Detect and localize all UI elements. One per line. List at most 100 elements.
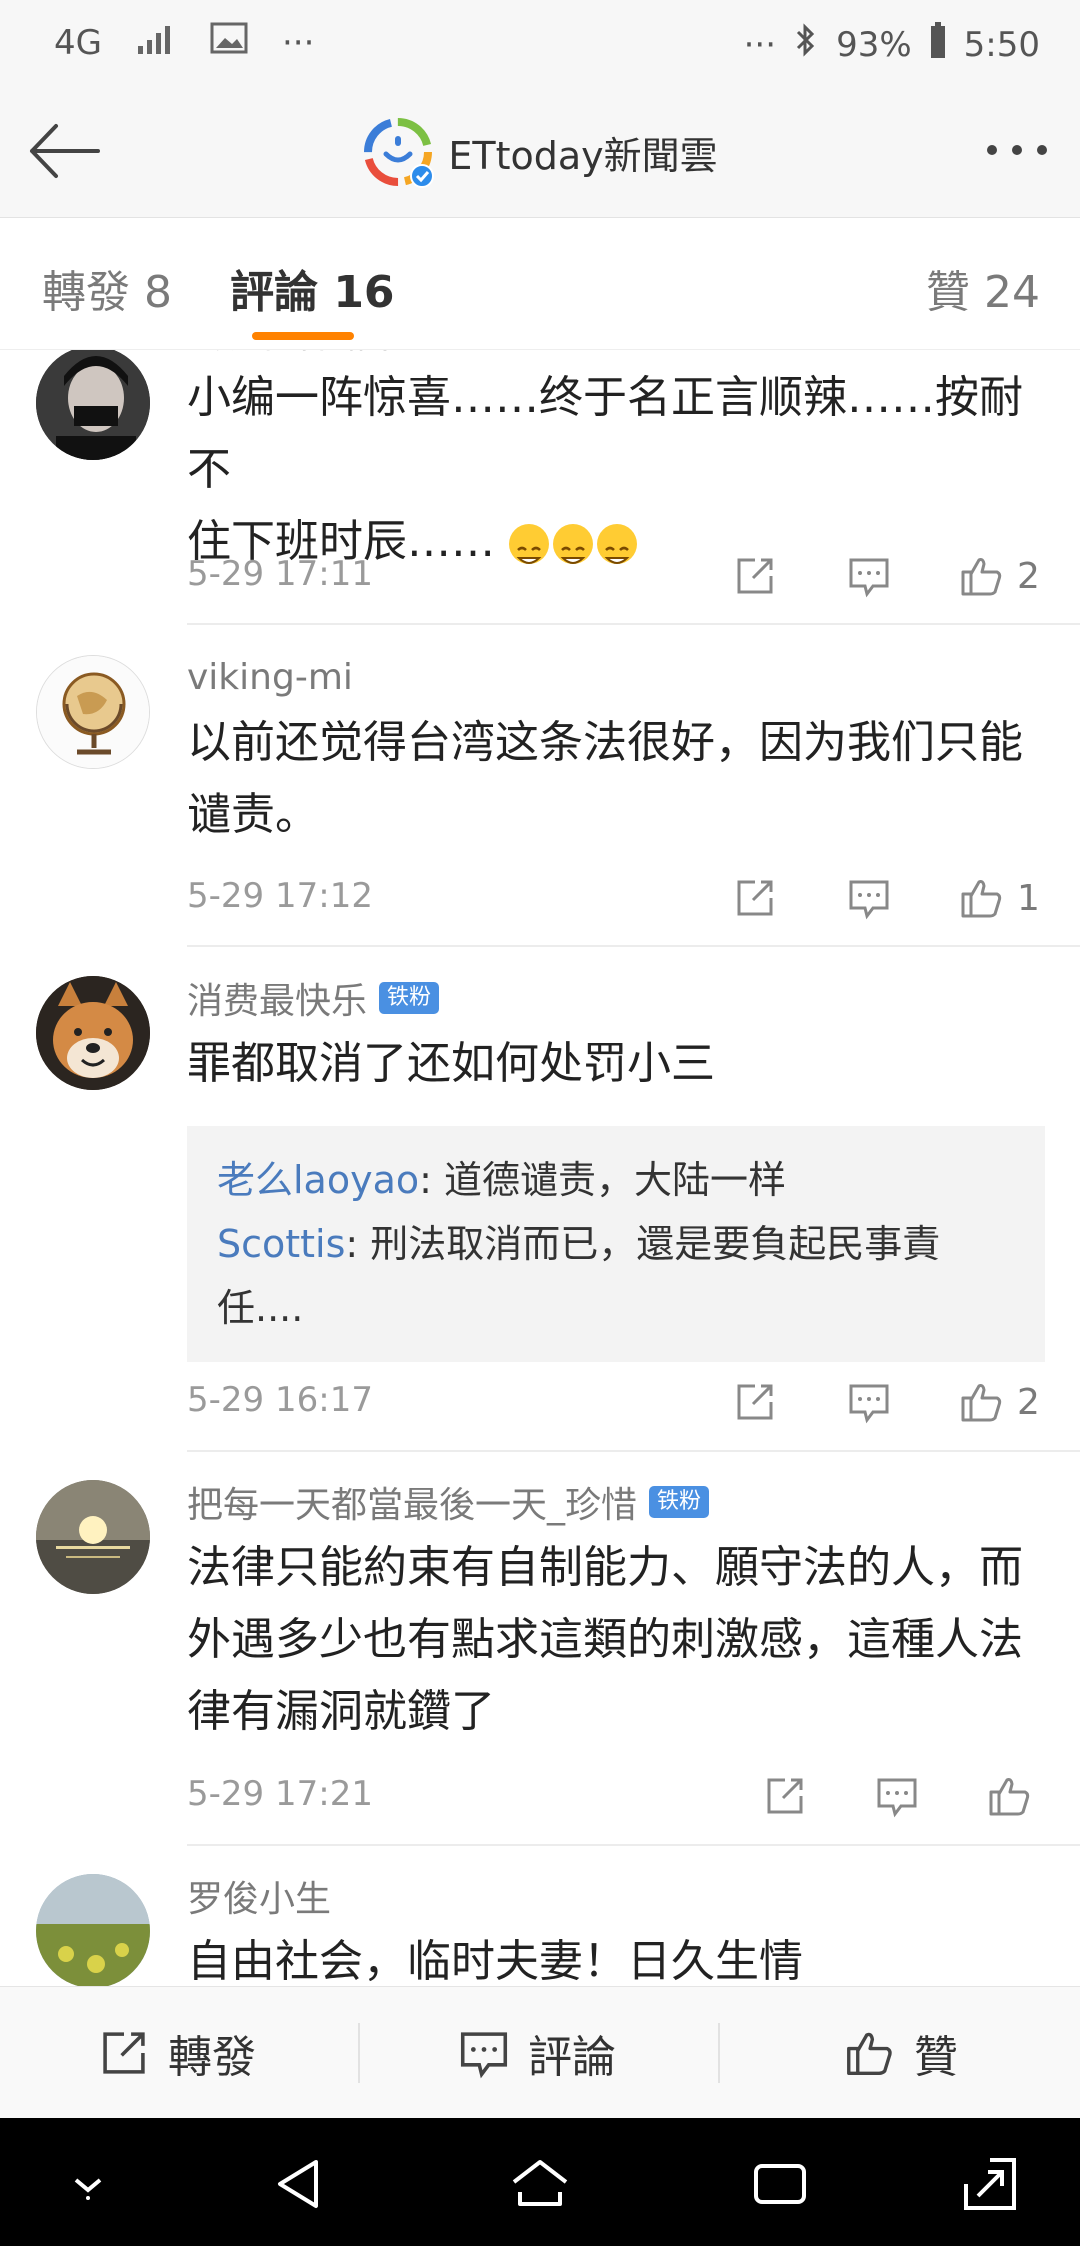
comment-label: 評論 — [528, 2032, 616, 2083]
share-icon — [737, 558, 773, 594]
divider — [187, 623, 1080, 625]
status-more: ··· — [281, 22, 315, 63]
share-comment-button[interactable] — [733, 870, 777, 926]
more-options-button[interactable] — [982, 130, 1052, 170]
comment-icon — [849, 1384, 889, 1424]
repost-label: 轉發 — [168, 2032, 256, 2083]
share-icon — [737, 1384, 773, 1420]
thumbs-up-icon — [989, 1778, 1030, 1816]
system-recents-button[interactable] — [748, 2152, 812, 2216]
page-title: ETtoday新聞雲 — [448, 133, 718, 178]
share-comment-button[interactable] — [763, 1768, 807, 1824]
signal-icon — [136, 23, 176, 63]
comment-text: 法律只能約束有自制能力、願守法的人，而 外遇多少也有點求這類的刺激感，這種人法 … — [187, 1532, 1054, 1748]
like-count: 2 — [1017, 1381, 1040, 1423]
battery-text: 93% — [836, 24, 912, 65]
tab-bar: 轉發 8 評論 16 贊 24 — [0, 218, 1080, 350]
share-icon — [737, 880, 773, 916]
share-icon — [767, 1778, 803, 1814]
tab-reposts[interactable]: 轉發 8 — [42, 256, 172, 320]
comment-text-line: 小编一阵惊喜……终于名正言顺辣……按耐不 — [187, 372, 1023, 495]
comment-time: 5-29 17:11 — [187, 554, 373, 594]
home-icon — [512, 2160, 568, 2206]
comment-text-line: 谴责。 — [187, 789, 319, 840]
reply-comment-button[interactable] — [847, 548, 891, 604]
expand-icon — [964, 2158, 1016, 2210]
clock: 5:50 — [963, 24, 1040, 65]
comment-username[interactable]: 把每一天都當最後一天_珍惜 — [187, 1476, 637, 1528]
expand-button[interactable] — [958, 2152, 1022, 2216]
chevron-down-icon — [74, 2178, 102, 2200]
like-count: 1 — [1017, 877, 1040, 919]
comment-text: 以前还觉得台湾这条法很好，因为我们只能 谴责。 — [187, 707, 1054, 851]
comment-icon — [849, 558, 889, 598]
like-button[interactable]: 贊 — [842, 1987, 958, 2119]
comment-icon — [849, 880, 889, 920]
comment-time: 5-29 16:17 — [187, 1380, 373, 1420]
share-comment-button[interactable] — [733, 548, 777, 604]
comments-list[interactable]: 云裳花容露华浓II铁粉 小编一阵惊喜……终于名正言顺辣……按耐不 住下班时辰……… — [0, 350, 1080, 1986]
system-home-button[interactable] — [508, 2152, 572, 2216]
status-more-right: ··· — [743, 24, 777, 65]
like-comment-button[interactable]: 2 — [957, 1374, 1040, 1430]
avatar[interactable] — [36, 1874, 150, 1986]
hide-keyboard-button[interactable] — [56, 2152, 120, 2216]
divider — [718, 2023, 720, 2083]
like-comment-button[interactable]: 1 — [957, 870, 1040, 926]
thumbs-up-icon — [961, 1384, 1002, 1422]
like-label: 贊 — [914, 2032, 958, 2083]
avatar[interactable] — [36, 350, 150, 460]
comment-button[interactable]: 評論 — [458, 1987, 616, 2119]
share-icon — [103, 2032, 145, 2074]
reply-text-continued: 任.... — [217, 1286, 304, 1330]
comment-username[interactable]: 罗俊小生 — [187, 1870, 331, 1922]
like-comment-button[interactable] — [985, 1768, 1045, 1824]
comment-meta: 5-29 16:17 2 — [187, 1372, 1054, 1432]
comment-time: 5-29 17:21 — [187, 1774, 373, 1814]
network-indicator: 4G — [54, 22, 102, 63]
tab-comments[interactable]: 評論 16 — [230, 256, 395, 320]
comment-text-line: 法律只能約束有自制能力、願守法的人，而 — [187, 1542, 1023, 1593]
comment-text: 罪都取消了还如何处罚小三 — [187, 1038, 715, 1089]
top-nav-bar: ETtoday新聞雲 — [0, 88, 1080, 218]
like-comment-button[interactable]: 2 — [957, 548, 1040, 604]
comment-text-line: 律有漏洞就鑽了 — [187, 1686, 495, 1737]
active-tab-indicator — [252, 332, 354, 340]
avatar[interactable] — [36, 655, 150, 769]
thumbs-up-icon — [961, 880, 1002, 918]
system-back-button[interactable] — [268, 2152, 332, 2216]
reply-text: : 刑法取消而已，還是要負起民事責 — [345, 1222, 941, 1266]
thumbs-up-icon — [847, 2032, 892, 2075]
comment-meta: 5-29 17:21 — [187, 1766, 1054, 1826]
reply-comment-button[interactable] — [847, 870, 891, 926]
share-comment-button[interactable] — [733, 1374, 777, 1430]
comment-meta: 5-29 17:12 1 — [187, 868, 1054, 928]
comment-username[interactable]: 云裳花容露华浓II — [187, 350, 460, 358]
comment-text: 自由社会，临时夫妻！日久生情 — [187, 1936, 803, 1986]
reply-author[interactable]: 老么laoyao — [217, 1158, 419, 1202]
repost-button[interactable]: 轉發 — [98, 1987, 256, 2119]
publisher-logo — [362, 116, 435, 188]
comment-username[interactable]: viking-mi — [187, 657, 353, 698]
reply-preview-box[interactable]: 老么laoyao: 道德谴责，大陆一样 Scottis: 刑法取消而已，還是要負… — [187, 1126, 1045, 1362]
triangle-back-icon — [278, 2160, 318, 2208]
reply-item: 老么laoyao: 道德谴责，大陆一样 — [217, 1148, 1015, 1212]
reply-comment-button[interactable] — [875, 1768, 919, 1824]
avatar[interactable] — [36, 1480, 150, 1594]
divider — [187, 945, 1080, 947]
comment-icon — [877, 1778, 917, 1818]
like-count: 2 — [1017, 555, 1040, 597]
reply-comment-button[interactable] — [847, 1374, 891, 1430]
gallery-icon — [210, 22, 248, 63]
comment-username[interactable]: 消费最快乐 — [187, 972, 367, 1024]
fan-badge: 铁粉 — [379, 982, 440, 1014]
system-navigation-bar — [0, 2118, 1080, 2246]
comment-item: 消费最快乐 铁粉 罪都取消了还如何处罚小三 老么laoyao: 道德谴责，大陆一样… — [0, 976, 1080, 1396]
tab-likes[interactable]: 贊 24 — [926, 256, 1040, 320]
reply-author[interactable]: Scottis — [217, 1222, 345, 1266]
comment-text-line: 以前还觉得台湾这条法很好，因为我们只能 — [187, 717, 1023, 768]
reply-text: : 道德谴责，大陆一样 — [419, 1158, 787, 1202]
avatar[interactable] — [36, 976, 150, 1090]
divider — [187, 1450, 1080, 1452]
bluetooth-icon — [794, 22, 818, 67]
